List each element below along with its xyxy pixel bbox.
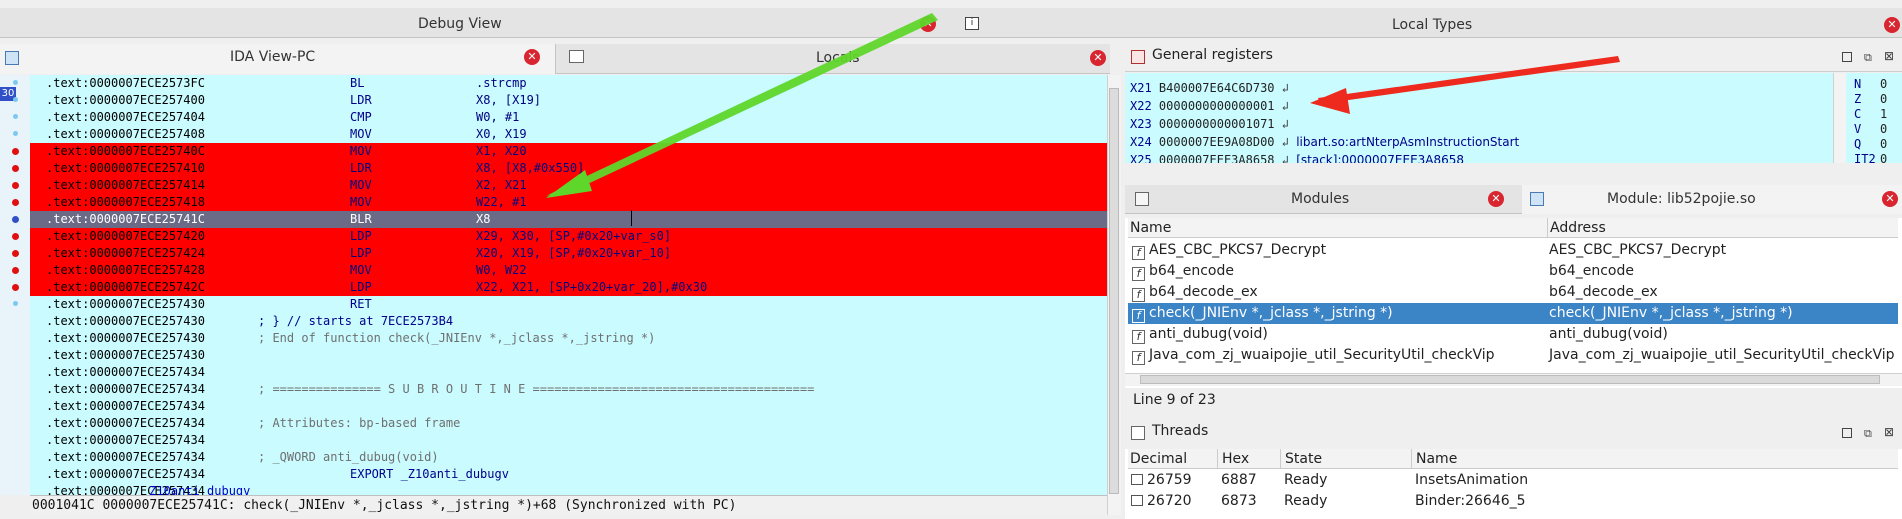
red-arrow (1318, 56, 1620, 104)
green-arrow-head (546, 170, 592, 198)
annotation-arrows (546, 13, 1620, 198)
red-arrow-head (1310, 88, 1350, 114)
green-arrow (546, 13, 938, 196)
